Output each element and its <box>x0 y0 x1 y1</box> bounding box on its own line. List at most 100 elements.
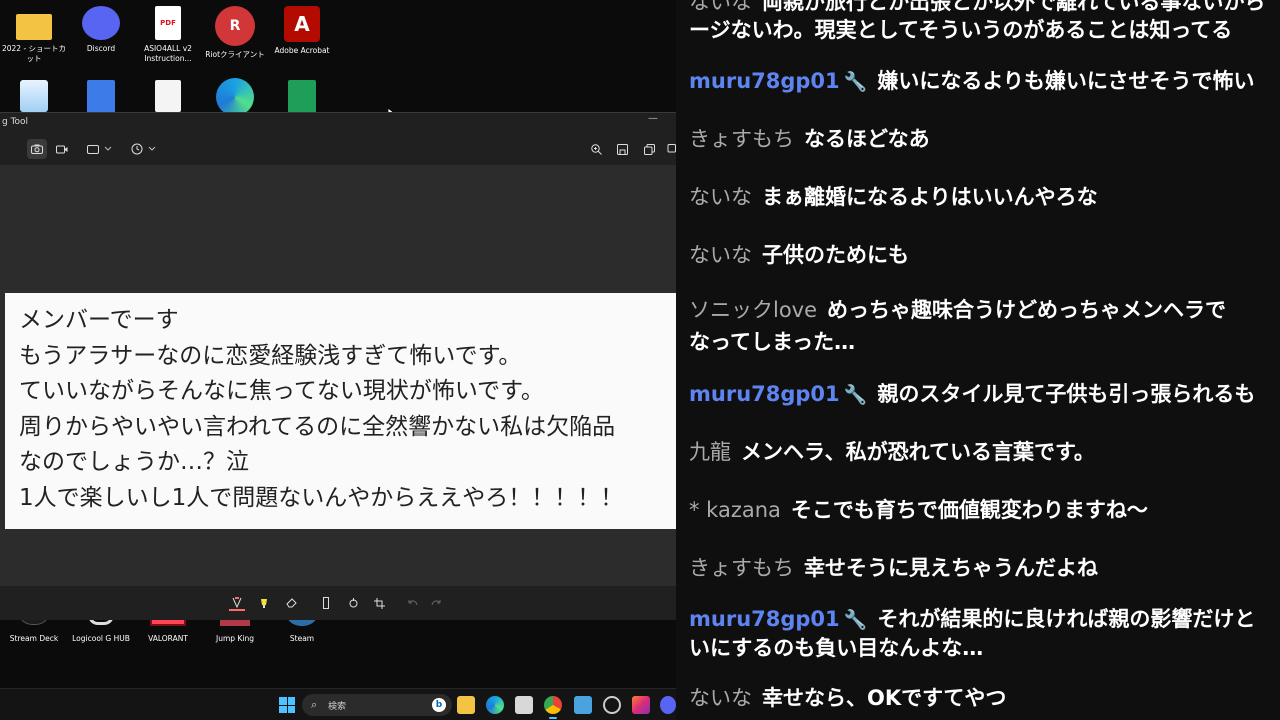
chat-text: メンヘラ、私が恐れている言葉です。 <box>741 440 1095 464</box>
snipping-toolbar <box>0 133 676 165</box>
clock-icon <box>131 143 142 155</box>
folder-icon <box>16 14 52 40</box>
eraser-icon <box>285 598 297 608</box>
highlighter-button[interactable] <box>256 595 272 611</box>
eraser-button[interactable] <box>283 595 299 611</box>
chat-text: 幸せそうに見えちゃうんだよね <box>804 556 1098 580</box>
chat-text: ージないわ。現実としてそういうのがあることは知ってる <box>689 18 1233 42</box>
taskbar-search[interactable]: ⌕ 検索 b <box>302 694 452 716</box>
chat-message: ソニックlove めっちゃ趣味合うけどめっちゃメンヘラで <box>689 294 1280 326</box>
chevron-down-icon <box>104 146 111 151</box>
snipping-tool-window: g Tool — メンバーでーす もうアラサーなのに恋愛経験浅すぎて怖いです。 … <box>0 112 676 620</box>
store-icon[interactable] <box>515 696 533 714</box>
desktop-shortcut-label: Logicool G HUB <box>72 634 130 643</box>
acrobat-badge: A <box>294 12 310 36</box>
redo-button[interactable] <box>428 595 444 611</box>
desktop-shortcut-2022[interactable]: 2022 - ショートカット <box>0 8 68 64</box>
start-button[interactable] <box>279 697 295 713</box>
chat-text: いにするのも負い目なんよな… <box>689 636 984 660</box>
undo-icon <box>408 599 417 605</box>
video-camera-icon <box>56 145 68 153</box>
undo-button[interactable] <box>404 595 420 611</box>
delay-dropdown[interactable] <box>127 139 159 159</box>
chat-text: まぁ離婚になるよりはいいんやろな <box>762 185 1098 209</box>
ruler-button[interactable] <box>318 595 334 611</box>
bing-icon: b <box>432 698 446 712</box>
riot-badge: R <box>229 18 241 34</box>
snip-mode-dropdown[interactable] <box>84 139 114 159</box>
chat-author: ソニックlove <box>689 298 818 322</box>
desktop-shortcut-label: 2022 - ショートカット <box>1 44 67 63</box>
chat-message: ないな 子供のためにも <box>689 239 1280 271</box>
chat-text: そこでも育ちで価値観変わりますね〜 <box>790 498 1148 522</box>
desktop-shortcut-riot[interactable]: R Riotクライアント <box>201 6 269 60</box>
wrench-icon: 🔧 <box>843 609 868 631</box>
minimize-button[interactable]: — <box>648 113 658 124</box>
recycle-bin-icon <box>20 80 48 112</box>
rectangle-icon <box>86 144 99 154</box>
taskbar: ⌕ 検索 b <box>0 688 676 720</box>
chat-author: ないな <box>689 185 752 209</box>
chat-author: ないな <box>689 0 752 14</box>
desktop: 2022 - ショートカット Discord PDF ASIO4ALL v2 I… <box>0 0 676 720</box>
desktop-shortcut-file[interactable] <box>134 80 202 116</box>
search-icon: ⌕ <box>311 698 318 711</box>
chat-author: きょすもち <box>689 127 794 151</box>
snip-canvas: メンバーでーす もうアラサーなのに恋愛経験浅すぎて怖いです。 ていいながらそんな… <box>0 165 676 586</box>
chat-author-moderator: muru78gp01 <box>689 607 840 631</box>
save-icon <box>616 143 628 155</box>
wrench-icon: 🔧 <box>843 71 868 93</box>
screenshot-mode-button[interactable] <box>27 139 47 159</box>
window-title: g Tool <box>2 117 29 127</box>
chat-text: 子供のためにも <box>762 243 909 267</box>
edge-icon <box>216 78 254 116</box>
chat-message-continuation: ージないわ。現実としてそういうのがあることは知ってる <box>689 14 1280 46</box>
notepad-icon[interactable] <box>574 696 592 714</box>
zoom-button[interactable] <box>588 139 604 159</box>
desktop-shortcut-recycle-bin[interactable] <box>0 80 68 116</box>
chat-message: muru78gp01 🔧 嫌いになるよりも嫌いにさせそうで怖い <box>689 65 1280 98</box>
acrobat-icon: A <box>284 6 320 42</box>
share-button[interactable] <box>664 139 676 159</box>
share-icon <box>667 143 676 152</box>
crop-button[interactable] <box>371 595 387 611</box>
save-button[interactable] <box>614 139 630 159</box>
copy-button[interactable] <box>641 139 657 159</box>
desktop-shortcut-asio4all[interactable]: PDF ASIO4ALL v2 Instruction... <box>134 6 202 64</box>
desktop-shortcut-label: Adobe Acrobat <box>274 46 330 55</box>
desktop-shortcut-discord[interactable]: Discord <box>67 6 135 54</box>
chat-author-moderator: muru78gp01 <box>689 69 840 93</box>
markup-toolbar <box>0 586 676 620</box>
live-chat-panel: ないな 両親が旅行とか出張とか以外で離れている事ないから ージないわ。現実としてそ… <box>676 0 1280 720</box>
chat-message: きょすもち 幸せそうに見えちゃうんだよね <box>689 552 1280 584</box>
desktop-shortcut-acrobat[interactable]: A Adobe Acrobat <box>268 6 336 56</box>
chat-author: * kazana <box>689 498 781 522</box>
chat-text: なってしまった… <box>689 330 856 354</box>
camera-icon <box>31 144 43 154</box>
chat-message: きょすもち なるほどなあ <box>689 123 1280 155</box>
snip-text-line: メンバーでーす <box>19 307 179 333</box>
file-explorer-icon[interactable] <box>457 696 475 714</box>
google-docs-icon <box>87 80 115 114</box>
chat-author: ないな <box>689 686 752 710</box>
edge-taskbar-icon[interactable] <box>486 696 504 714</box>
video-mode-button[interactable] <box>53 139 71 159</box>
snip-text-line: もうアラサーなのに恋愛経験浅すぎて怖いです。 <box>19 342 522 369</box>
ballpoint-pen-button[interactable] <box>229 595 245 611</box>
chrome-icon[interactable] <box>544 696 562 719</box>
zoom-in-icon <box>590 143 602 155</box>
chat-text: 両親が旅行とか出張とか以外で離れている事ないから <box>762 0 1266 14</box>
chat-message: muru78gp01 🔧 親のスタイル見て子供も引っ張られるも <box>689 378 1280 411</box>
instagram-icon[interactable] <box>632 696 650 714</box>
chat-text: 嫌いになるよりも嫌いにさせそうで怖い <box>877 69 1255 93</box>
google-sheets-icon <box>288 80 316 114</box>
desktop-shortcut-label: Stream Deck <box>9 634 59 643</box>
chat-message-continuation: いにするのも負い目なんよな… <box>689 632 1280 664</box>
obs-icon[interactable] <box>603 696 621 714</box>
chat-text: なるほどなあ <box>804 127 930 151</box>
chat-text: それが結果的に良ければ親の影響だけと <box>877 607 1256 631</box>
discord-taskbar-icon[interactable] <box>660 696 676 714</box>
touch-writing-button[interactable] <box>345 595 361 611</box>
crop-icon <box>373 597 385 609</box>
snip-text-line: 周りからやいやい言われてるのに全然響かない私は欠陥品 <box>19 413 616 440</box>
